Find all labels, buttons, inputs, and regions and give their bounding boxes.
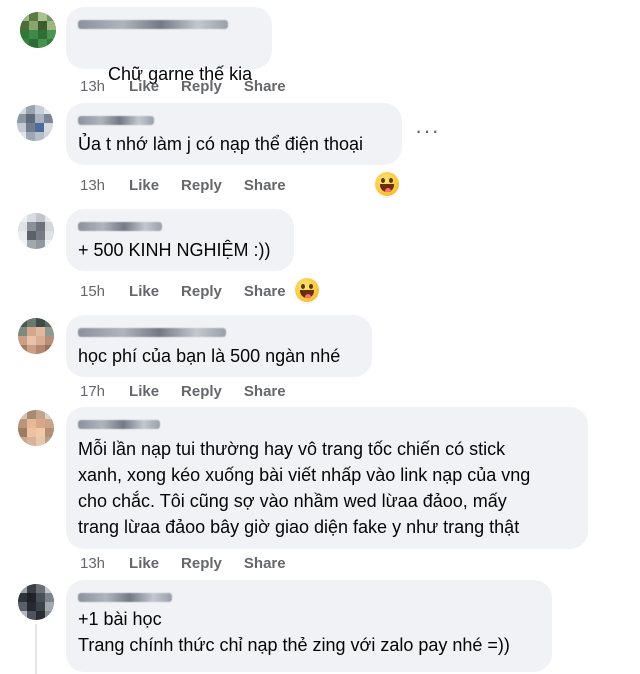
comment-text: Mỗi lần nạp tui thường hay vô trang tốc … — [78, 439, 531, 537]
comment-text: + 500 KINH NGHIỆM :)) — [78, 240, 271, 260]
share-button[interactable]: Share — [244, 283, 286, 300]
comment-text: học phí của bạn là 500 ngàn nhé — [78, 346, 341, 366]
author-name[interactable] — [78, 17, 260, 31]
comment-bubble: Ủa t nhớ làm j có nạp thể điện thoại — [66, 103, 402, 165]
share-button[interactable]: Share — [244, 555, 286, 572]
avatar[interactable] — [18, 213, 54, 249]
share-button[interactable]: Share — [244, 383, 286, 400]
reply-button[interactable]: Reply — [181, 283, 222, 300]
comment-text: +1 bài học Trang chính thức chỉ nạp thẻ … — [78, 609, 510, 655]
author-name[interactable] — [78, 113, 390, 127]
comment-actions: 13h Like Reply Share — [80, 553, 308, 573]
grinning-face-emoji-icon[interactable] — [295, 278, 319, 302]
comment-text: Ủa t nhớ làm j có nạp thể điện thoại — [78, 134, 363, 154]
comment-bubble: +1 bài học Trang chính thức chỉ nạp thẻ … — [66, 580, 552, 672]
comment-actions: 15h Like Reply Share — [80, 281, 308, 301]
share-button[interactable]: Share — [244, 78, 286, 95]
author-name[interactable] — [78, 325, 360, 339]
share-button[interactable]: Share — [244, 177, 286, 194]
author-name[interactable] — [78, 219, 282, 233]
comment-actions: 13h Like Reply Share — [80, 175, 308, 195]
thread-line — [35, 624, 37, 674]
more-options-icon[interactable]: ··· — [415, 118, 440, 144]
timestamp[interactable]: 17h — [80, 383, 105, 400]
like-button[interactable]: Like — [129, 283, 159, 300]
timestamp[interactable]: 13h — [80, 555, 105, 572]
comment-actions: 13h Like Reply Share — [80, 76, 308, 96]
comment-bubble: học phí của bạn là 500 ngàn nhé — [66, 315, 372, 377]
comment-bubble: Mỗi lần nạp tui thường hay vô trang tốc … — [66, 407, 588, 549]
like-button[interactable]: Like — [129, 383, 159, 400]
reply-button[interactable]: Reply — [181, 177, 222, 194]
timestamp[interactable]: 13h — [80, 177, 105, 194]
author-name[interactable] — [78, 590, 540, 604]
like-button[interactable]: Like — [129, 78, 159, 95]
like-button[interactable]: Like — [129, 177, 159, 194]
reply-button[interactable]: Reply — [181, 383, 222, 400]
avatar[interactable] — [17, 105, 53, 141]
comment-bubble: Chữ garne thế kia — [66, 7, 272, 157]
grinning-face-emoji-icon[interactable] — [375, 172, 399, 196]
avatar[interactable] — [18, 410, 54, 446]
timestamp[interactable]: 15h — [80, 283, 105, 300]
avatar[interactable] — [20, 12, 56, 48]
comment-actions: 17h Like Reply Share — [80, 381, 308, 401]
reply-button[interactable]: Reply — [181, 78, 222, 95]
reply-button[interactable]: Reply — [181, 555, 222, 572]
comment-bubble: + 500 KINH NGHIỆM :)) — [66, 209, 294, 271]
author-name[interactable] — [78, 417, 576, 431]
like-button[interactable]: Like — [129, 555, 159, 572]
timestamp[interactable]: 13h — [80, 78, 105, 95]
avatar[interactable] — [18, 584, 54, 620]
avatar[interactable] — [18, 318, 54, 354]
